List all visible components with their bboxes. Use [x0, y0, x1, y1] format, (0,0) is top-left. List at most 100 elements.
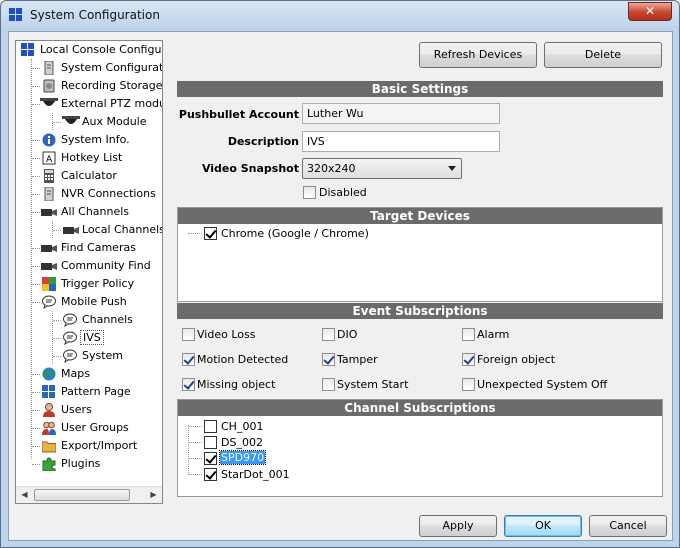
- tree-branch-line: [32, 248, 40, 249]
- speech-bubble-icon: [42, 295, 56, 309]
- tree-item-export-import[interactable]: Export/Import: [16, 437, 162, 455]
- scroll-left-icon[interactable]: ◀: [16, 487, 33, 503]
- puzzle-icon: [42, 457, 56, 471]
- tree-branch-line: [32, 86, 40, 87]
- window-title: System Configuration: [30, 8, 160, 22]
- tree-branch-line: [53, 356, 61, 357]
- tree-branch-line: [188, 458, 202, 459]
- disabled-label: Disabled: [319, 186, 367, 199]
- device-chrome-checkbox[interactable]: [204, 227, 217, 240]
- tree-item-pattern-page[interactable]: Pattern Page: [16, 383, 162, 401]
- dome-camera-icon: [62, 116, 80, 124]
- ptz-dome-camera-icon: [40, 98, 58, 106]
- apply-button[interactable]: Apply: [419, 515, 497, 537]
- tree-item-system-info[interactable]: System Info.: [16, 131, 162, 149]
- tree-item-external-ptz[interactable]: External PTZ module: [16, 95, 162, 113]
- camera-icon: [63, 227, 79, 234]
- tree-item-label: Find Cameras: [61, 241, 136, 254]
- tree-item-push-channels[interactable]: Channels: [16, 311, 162, 329]
- title-bar[interactable]: System Configuration ✕: [1, 1, 679, 31]
- keyboard-key-icon: A: [42, 151, 56, 165]
- speech-bubble-icon: [63, 349, 77, 363]
- pushbullet-account-label: Pushbullet Account: [178, 108, 299, 121]
- tree-item-nvr-connections[interactable]: NVR Connections: [16, 185, 162, 203]
- close-icon: ✕: [644, 4, 656, 18]
- trigger-grid-icon: [42, 277, 56, 291]
- tree-item-label: System: [82, 349, 124, 362]
- tree-item-recording-storage[interactable]: Recording Storage Settings: [16, 77, 162, 95]
- ok-button[interactable]: OK: [504, 515, 582, 537]
- tree-item-label: Aux Module: [82, 115, 147, 128]
- system-start-checkbox[interactable]: [322, 378, 335, 391]
- tree-item-label: IVS: [80, 330, 104, 345]
- basic-settings-body: Pushbullet Account Luther Wu Description…: [177, 97, 663, 207]
- close-button[interactable]: ✕: [628, 2, 672, 21]
- tree-item-label: System Info.: [61, 133, 130, 146]
- missing-object-checkbox[interactable]: [182, 378, 195, 391]
- tree-item-hotkey-list[interactable]: A Hotkey List: [16, 149, 162, 167]
- event-subscriptions-section: Event Subscriptions Video Loss DIO Alarm…: [177, 303, 663, 398]
- globe-icon: [42, 367, 56, 381]
- dio-checkbox[interactable]: [322, 328, 335, 341]
- speech-bubble-icon: [63, 313, 77, 327]
- tree-item-local-console[interactable]: Local Console Configuration: [16, 41, 162, 59]
- device-chrome-label: Chrome (Google / Chrome): [221, 227, 369, 240]
- tree-item-maps[interactable]: Maps: [16, 365, 162, 383]
- tree-item-all-channels[interactable]: All Channels: [16, 203, 162, 221]
- tree-item-mobile-push[interactable]: Mobile Push: [16, 293, 162, 311]
- unexpected-system-off-checkbox[interactable]: [462, 378, 475, 391]
- tree-item-plugins[interactable]: Plugins: [16, 455, 162, 473]
- tree-item-label: Local Console Configuration: [40, 43, 162, 56]
- tree-item-aux-module[interactable]: Aux Module: [16, 113, 162, 131]
- dialog-client-area: Local Console Configuration System Confi…: [8, 31, 673, 541]
- tree-item-users[interactable]: Users: [16, 401, 162, 419]
- windows-logo-icon: [21, 43, 34, 56]
- tree-branch-line: [53, 338, 61, 339]
- tree-branch-line: [188, 233, 202, 234]
- channel-ds002-checkbox[interactable]: [204, 436, 217, 449]
- channel-ds002-label: DS_002: [221, 436, 263, 449]
- motion-detected-checkbox[interactable]: [182, 353, 195, 366]
- tree-item-label: Calculator: [61, 169, 117, 182]
- channel-spd970-checkbox[interactable]: [204, 452, 217, 465]
- tamper-checkbox[interactable]: [322, 353, 335, 366]
- channel-stardot001-checkbox[interactable]: [204, 468, 217, 481]
- pushbullet-account-field[interactable]: Luther Wu: [302, 103, 500, 124]
- scroll-right-icon[interactable]: ▶: [145, 487, 162, 503]
- svg-text:A: A: [46, 155, 53, 165]
- tree-horizontal-scrollbar[interactable]: ◀ ▶: [16, 486, 162, 503]
- refresh-devices-button[interactable]: Refresh Devices: [419, 42, 537, 68]
- tree-item-push-system[interactable]: System: [16, 347, 162, 365]
- tree-item-label: Channels: [82, 313, 133, 326]
- alarm-checkbox[interactable]: [462, 328, 475, 341]
- video-snapshot-value: 320x240: [307, 162, 356, 175]
- target-devices-header: Target Devices: [178, 208, 662, 224]
- tree-item-find-cameras[interactable]: Find Cameras: [16, 239, 162, 257]
- alarm-label: Alarm: [477, 328, 510, 341]
- video-loss-checkbox[interactable]: [182, 328, 195, 341]
- scrollbar-thumb[interactable]: [34, 489, 130, 501]
- description-field[interactable]: IVS: [302, 131, 500, 152]
- channel-subscriptions-section: Channel Subscriptions CH_001 DS_002 SPD9…: [177, 399, 663, 497]
- tree-item-calculator[interactable]: Calculator: [16, 167, 162, 185]
- channel-ch001-checkbox[interactable]: [204, 420, 217, 433]
- channel-ch001-label: CH_001: [221, 420, 264, 433]
- video-snapshot-select[interactable]: 320x240: [302, 158, 462, 179]
- tree-item-trigger-policy[interactable]: Trigger Policy: [16, 275, 162, 293]
- tree-item-community-find[interactable]: Community Find: [16, 257, 162, 275]
- disabled-checkbox[interactable]: [303, 186, 316, 199]
- tree-branch-line: [53, 230, 61, 231]
- tree-item-local-channels[interactable]: Local Channels: [16, 221, 162, 239]
- foreign-object-checkbox[interactable]: [462, 353, 475, 366]
- settings-tree[interactable]: Local Console Configuration System Confi…: [15, 40, 163, 504]
- tree-branch-line: [32, 374, 40, 375]
- tree-item-label: User Groups: [61, 421, 129, 434]
- storage-drive-icon: [43, 79, 55, 93]
- delete-button[interactable]: Delete: [544, 42, 662, 68]
- chevron-down-icon: [448, 166, 456, 171]
- channel-subscriptions-header: Channel Subscriptions: [178, 400, 662, 416]
- tree-item-user-groups[interactable]: User Groups: [16, 419, 162, 437]
- tree-item-system-configuration[interactable]: System Configuration: [16, 59, 162, 77]
- tree-item-push-ivs[interactable]: IVS: [16, 329, 162, 347]
- cancel-button[interactable]: Cancel: [589, 515, 667, 537]
